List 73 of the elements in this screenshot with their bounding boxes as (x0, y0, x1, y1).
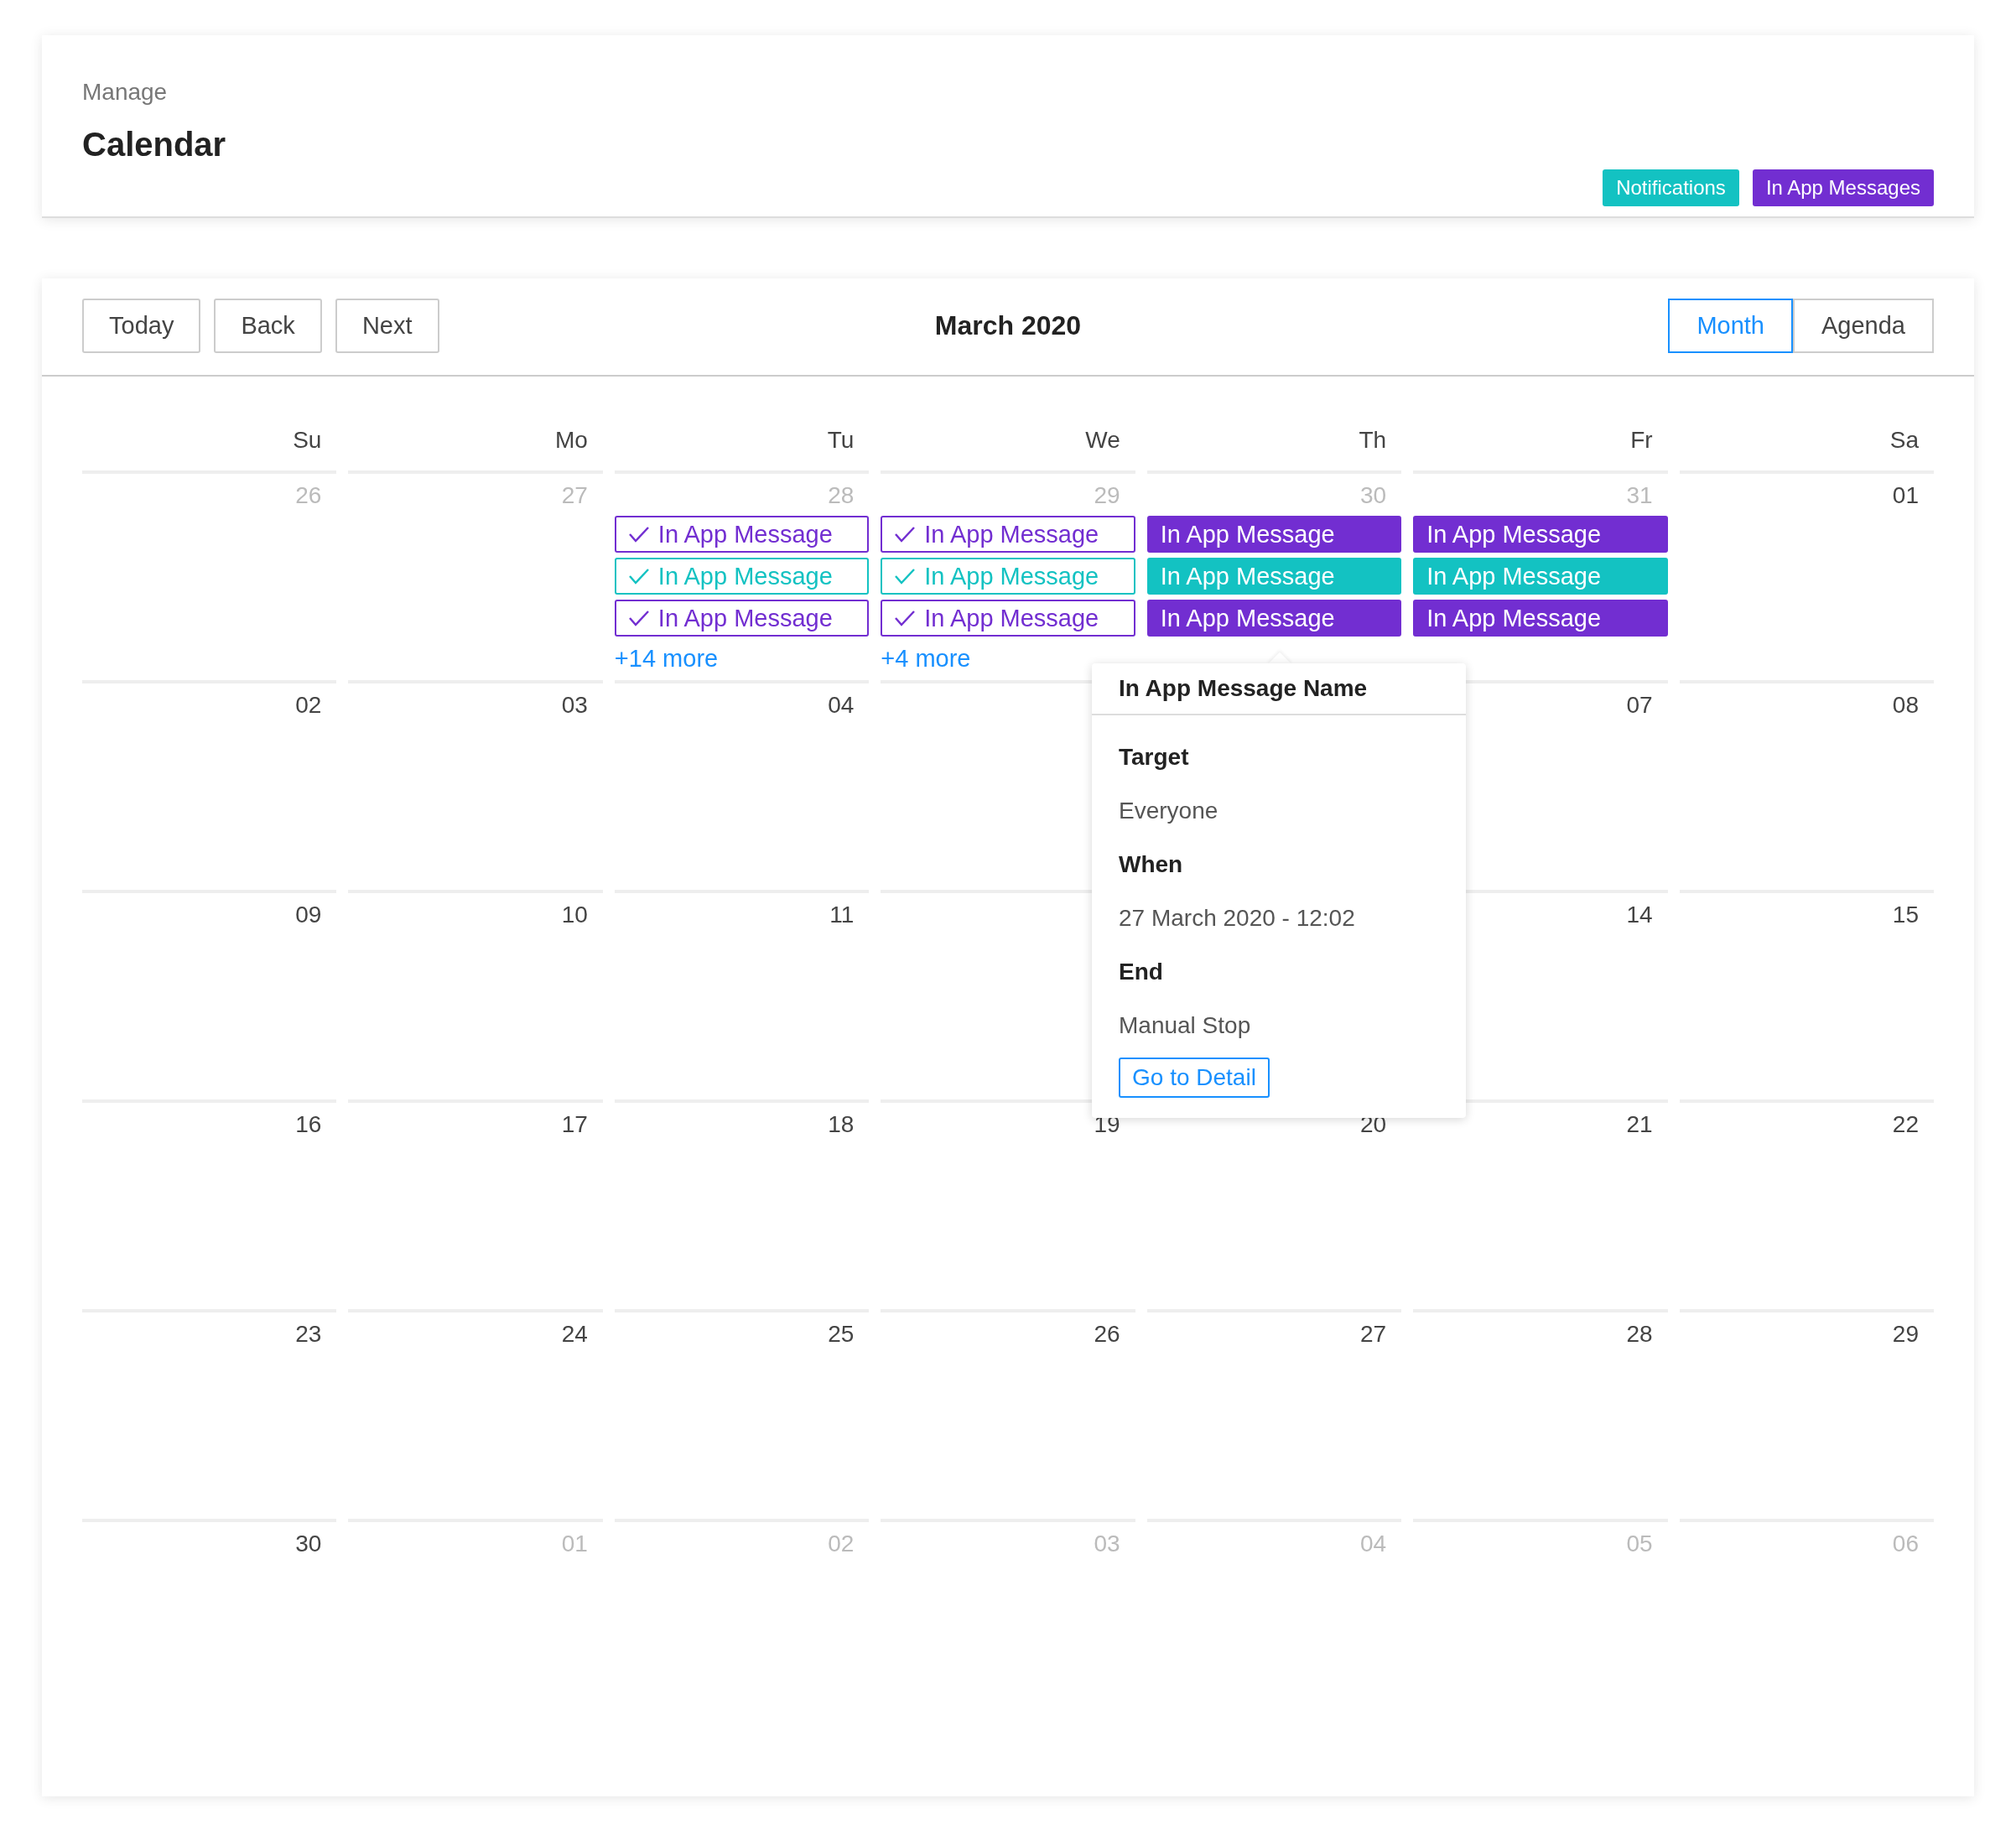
day-number: 01 (1892, 481, 1920, 510)
day-number: 04 (1360, 1530, 1388, 1558)
day-number: 28 (828, 481, 855, 510)
view-toggle[interactable]: Agenda (1793, 299, 1934, 353)
day-number: 17 (561, 1110, 589, 1139)
day-number: 29 (1892, 1320, 1920, 1349)
weekday-label: Mo (553, 426, 589, 455)
check-icon (894, 609, 917, 627)
day-number: 27 (1360, 1320, 1388, 1349)
check-icon (894, 567, 917, 585)
day-number: 24 (561, 1320, 589, 1349)
field-label: When (1119, 850, 1183, 879)
day-number: 26 (1094, 1320, 1121, 1349)
event-chip[interactable]: In App Message (1413, 600, 1668, 637)
field-value: 27 March 2020 - 12:02 (1119, 904, 1355, 933)
check-icon (627, 525, 650, 543)
weekday-label: Fr (1629, 426, 1654, 455)
day-number: 05 (1626, 1530, 1654, 1558)
day-number: 29 (1094, 481, 1121, 510)
weekday-label: Su (292, 426, 323, 455)
event-chip[interactable]: In App Message (1413, 516, 1668, 553)
day-number: 06 (1892, 1530, 1920, 1558)
field-label: Target (1119, 743, 1189, 772)
field-value: Everyone (1119, 797, 1218, 825)
day-number: 03 (561, 691, 589, 720)
legend-tag: Notifications (1603, 169, 1739, 206)
day-number: 18 (828, 1110, 855, 1139)
day-number: 21 (1626, 1110, 1654, 1139)
day-number: 04 (828, 691, 855, 720)
day-number: 31 (1626, 481, 1654, 510)
event-chip[interactable]: In App Message (614, 600, 870, 637)
day-number: 15 (1892, 901, 1920, 929)
day-number: 02 (295, 691, 323, 720)
day-number: 07 (1626, 691, 1654, 720)
day-number: 10 (561, 901, 589, 929)
weekday-label: Sa (1889, 426, 1920, 455)
day-number: 03 (1094, 1530, 1121, 1558)
day-number: 01 (561, 1530, 589, 1558)
day-number: 22 (1892, 1110, 1920, 1139)
check-icon (627, 567, 650, 585)
day-number: 28 (1626, 1320, 1654, 1349)
day-number: 30 (1360, 481, 1388, 510)
breadcrumb: Manage (82, 79, 169, 106)
day-number: 23 (295, 1320, 323, 1349)
month-title: March 2020 (934, 310, 1082, 341)
popover-title: In App Message Name (1092, 663, 1466, 715)
event-chip[interactable]: In App Message (1146, 516, 1402, 553)
nav-button[interactable]: Next (335, 299, 439, 353)
day-number: 14 (1626, 901, 1654, 929)
check-icon (894, 525, 917, 543)
event-chip[interactable]: In App Message (1146, 600, 1402, 637)
weekday-label: Th (1358, 426, 1388, 455)
event-chip[interactable]: In App Message (881, 516, 1135, 553)
day-number: 26 (295, 481, 323, 510)
legend-tag: In App Messages (1752, 169, 1934, 206)
day-number: 27 (561, 481, 589, 510)
day-number: 16 (295, 1110, 323, 1139)
event-chip[interactable]: In App Message (881, 600, 1135, 637)
field-label: End (1119, 958, 1163, 986)
weekday-label: Tu (826, 426, 855, 455)
nav-button[interactable]: Today (82, 299, 201, 353)
day-number: 09 (295, 901, 323, 929)
field-value: Manual Stop (1119, 1011, 1251, 1040)
nav-button[interactable]: Back (214, 299, 322, 353)
day-number: 11 (829, 901, 855, 929)
event-chip[interactable]: In App Message (614, 516, 870, 553)
day-number: 25 (828, 1320, 855, 1349)
day-number: 02 (828, 1530, 855, 1558)
page-title: Calendar (82, 126, 226, 164)
day-number: 08 (1892, 691, 1920, 720)
weekday-label: We (1084, 426, 1121, 455)
day-number: 30 (295, 1530, 323, 1558)
check-icon (627, 609, 650, 627)
